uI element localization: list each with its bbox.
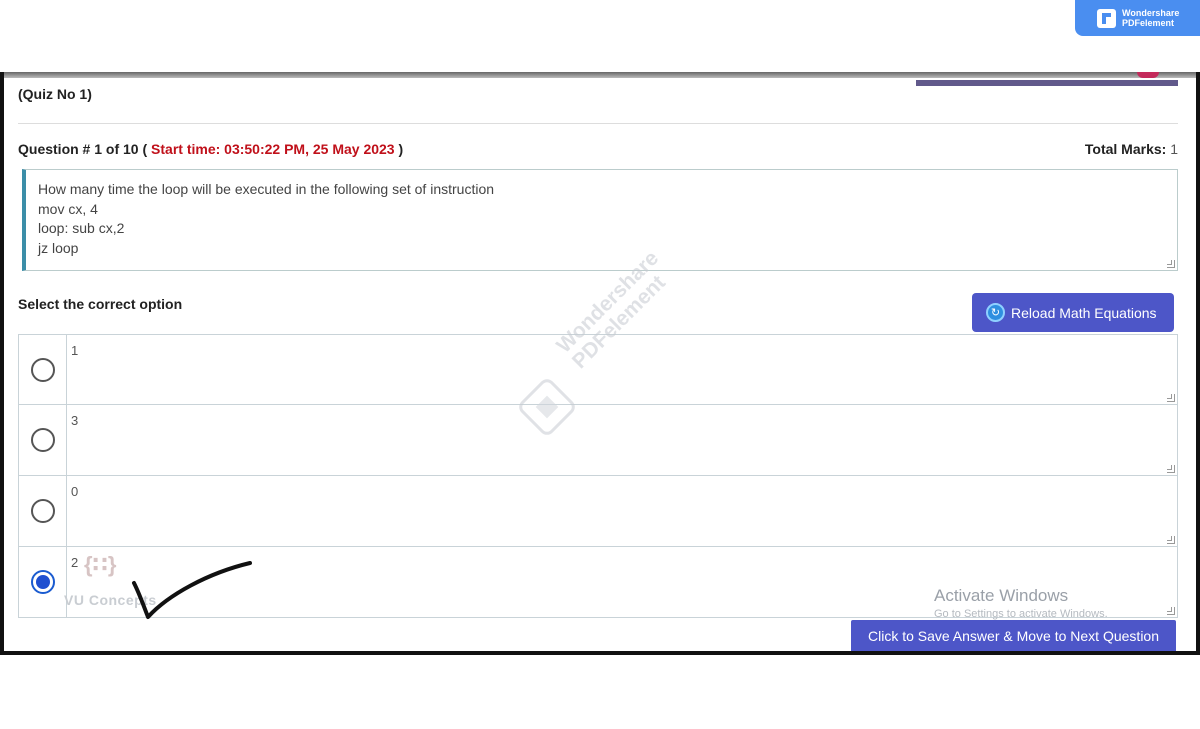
total-marks-value: 1 (1170, 141, 1178, 157)
option-radio[interactable] (30, 357, 55, 382)
save-and-next-button[interactable]: Click to Save Answer & Move to Next Ques… (851, 620, 1176, 651)
total-marks: Total Marks: 1 (1085, 141, 1178, 157)
pdfelement-logo-icon (1097, 8, 1116, 28)
wondershare-badge[interactable]: Wondershare PDFelement (1075, 0, 1200, 36)
question-line: loop: sub cx,2 (38, 220, 125, 236)
reload-button-label: Reload Math Equations (1011, 304, 1157, 321)
option-radio-checked[interactable] (30, 570, 55, 594)
select-option-label: Select the correct option (18, 296, 183, 312)
option-value: 0 (71, 484, 79, 499)
refresh-icon: ↻ (986, 303, 1005, 322)
radio-cell (19, 476, 67, 546)
resize-handle-icon[interactable] (1167, 536, 1175, 544)
option-text[interactable]: 0 (67, 476, 1177, 546)
resize-handle-icon[interactable] (1167, 394, 1175, 402)
profile-avatar-icon[interactable] (1137, 72, 1159, 78)
browser-toolbar-cropped (4, 72, 1196, 78)
option-radio[interactable] (30, 499, 55, 523)
activate-windows-title: Activate Windows (934, 586, 1069, 605)
option-radio[interactable] (30, 428, 55, 452)
radio-cell (19, 547, 67, 617)
resize-handle-icon[interactable] (1167, 607, 1175, 615)
total-marks-label: Total Marks: (1084, 141, 1167, 157)
quiz-number: (Quiz No 1) (18, 86, 92, 102)
badge-line2: PDFelement (1122, 18, 1175, 28)
activate-windows-subtitle: Go to Settings to activate Windows. (934, 608, 1108, 620)
vu-concepts-logo-icon: {∷} (84, 552, 117, 577)
handwritten-checkmark-icon (132, 561, 252, 619)
quiz-start-time-cropped (916, 80, 1178, 86)
answer-option[interactable]: 0 (18, 476, 1178, 547)
option-value: 1 (71, 343, 79, 358)
resize-handle-icon[interactable] (1167, 260, 1175, 268)
question-line: jz loop (38, 239, 79, 256)
radio-cell (19, 405, 67, 475)
resize-handle-icon[interactable] (1167, 465, 1175, 473)
question-line: How many time the loop will be executed … (38, 181, 495, 197)
question-header: Question # 1 of 10 ( Start time: 03:50:2… (18, 141, 403, 157)
question-counter: Question # 1 of 10 ( (18, 141, 148, 157)
question-text-box[interactable]: How many time the loop will be executed … (22, 169, 1178, 271)
question-line: mov cx, 4 (38, 200, 98, 217)
divider (18, 123, 1178, 124)
question-start-time: Start time: 03:50:22 PM, 25 May 2023 (151, 141, 395, 157)
pdfelement-watermark: Wondershare PDFelement (515, 247, 725, 439)
option-value: 2 (71, 555, 79, 570)
pdfelement-watermark-logo-icon (515, 375, 579, 439)
radio-cell (19, 335, 67, 404)
reload-math-equations-button[interactable]: ↻ Reload Math Equations (972, 293, 1174, 332)
option-value: 3 (71, 413, 79, 428)
question-header-close: ) (398, 141, 404, 157)
badge-line1: Wondershare (1122, 8, 1180, 18)
badge-text: Wondershare PDFelement (1122, 8, 1179, 28)
